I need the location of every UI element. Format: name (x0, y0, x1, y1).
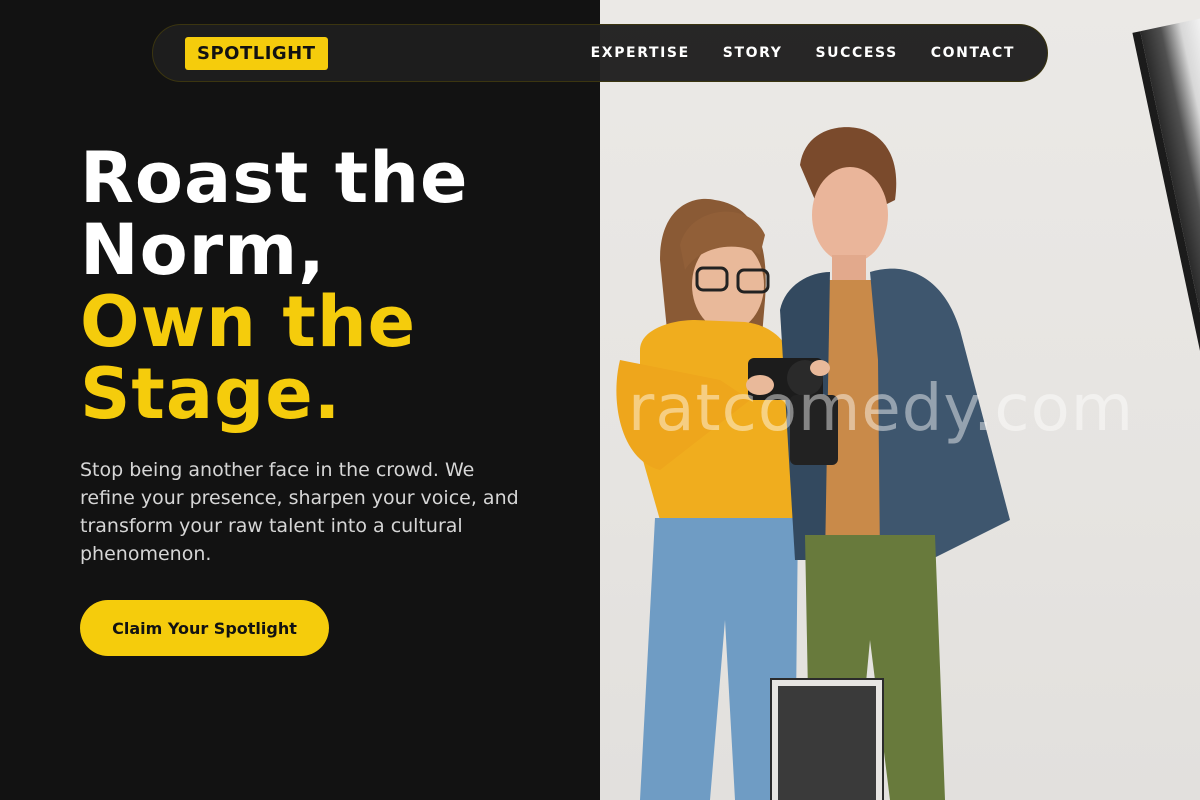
hero-subtitle: Stop being another face in the crowd. We… (80, 459, 519, 565)
nav-link-success[interactable]: SUCCESS (815, 45, 897, 61)
watermark-text: ratcomedy.com (628, 372, 1135, 446)
nav-link-contact[interactable]: CONTACT (931, 45, 1015, 61)
hero-title-line1: Roast the Norm, (80, 137, 469, 291)
navbar: SPOTLIGHT EXPERTISE STORY SUCCESS CONTAC… (152, 24, 1048, 82)
nav-link-story[interactable]: STORY (723, 45, 783, 61)
nav-links: EXPERTISE STORY SUCCESS CONTACT (591, 45, 1015, 61)
hero-title: Roast the Norm, Own the Stage. (80, 142, 580, 430)
logo[interactable]: SPOTLIGHT (185, 36, 328, 70)
claim-spotlight-button[interactable]: Claim Your Spotlight (80, 600, 329, 656)
hero-photo: ratcomedy.com (600, 0, 1200, 800)
studio-box-prop (770, 678, 884, 800)
hero-title-line2: Own the Stage. (80, 281, 417, 435)
nav-link-expertise[interactable]: EXPERTISE (591, 45, 690, 61)
